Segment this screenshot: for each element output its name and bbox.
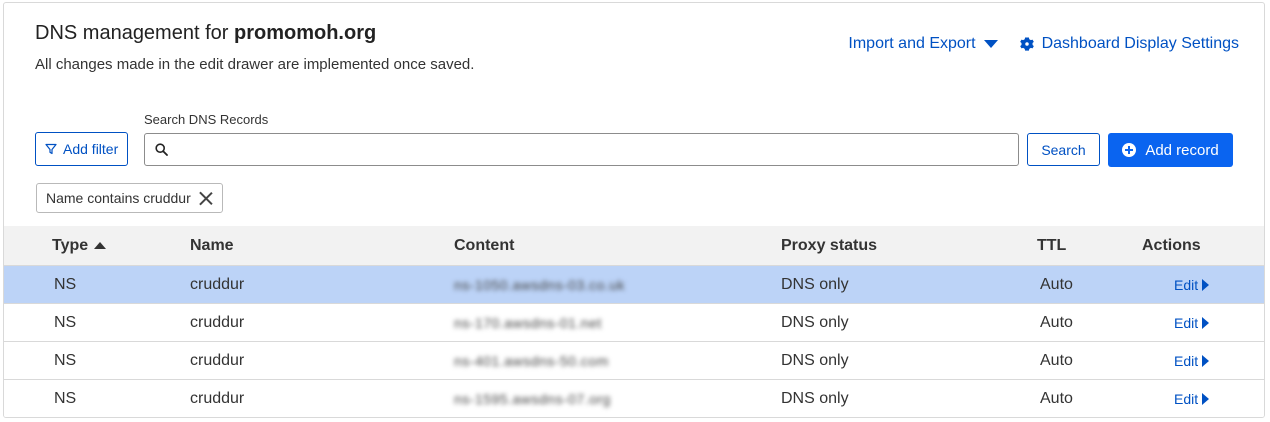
- gear-icon: [1019, 37, 1034, 51]
- edit-label: Edit: [1174, 314, 1199, 331]
- record-content-value: ns-170.awsdns-01.net: [454, 314, 602, 331]
- record-ttl: Auto: [1040, 313, 1073, 331]
- record-content: ns-170.awsdns-01.net: [454, 304, 781, 341]
- edit-record-link[interactable]: Edit: [1174, 390, 1210, 407]
- record-type: NS: [54, 313, 77, 331]
- table-row[interactable]: NS cruddur ns-170.awsdns-01.net DNS only…: [4, 304, 1264, 342]
- sort-ascending-icon: [94, 242, 107, 249]
- table-row[interactable]: NS cruddur ns-1050.awsdns-03.co.uk DNS o…: [4, 266, 1264, 304]
- dashboard-display-settings-button[interactable]: Dashboard Display Settings: [1019, 35, 1239, 53]
- record-ttl: Auto: [1040, 275, 1073, 293]
- edit-label: Edit: [1174, 276, 1199, 293]
- record-proxy-status: DNS only: [781, 389, 849, 407]
- search-icon: [155, 143, 168, 156]
- page-title-prefix: DNS management for: [35, 22, 229, 44]
- search-dns-records-field: [144, 133, 1019, 166]
- add-filter-label: Add filter: [63, 141, 119, 157]
- caret-right-icon: [1202, 354, 1210, 367]
- add-record-button[interactable]: Add record: [1108, 133, 1233, 167]
- edit-label: Edit: [1174, 390, 1199, 407]
- caret-down-icon: [983, 40, 998, 48]
- record-content: ns-1050.awsdns-03.co.uk: [454, 266, 781, 303]
- top-actions: Import and Export Dashboard Display Sett…: [848, 35, 1239, 53]
- zone-name: promomoh.org: [233, 22, 377, 44]
- record-actions: Edit: [1142, 266, 1262, 303]
- record-actions: Edit: [1142, 304, 1262, 341]
- table-row[interactable]: NS cruddur ns-1595.awsdns-07.org DNS onl…: [4, 380, 1264, 417]
- column-header-ttl: TTL: [1037, 236, 1067, 254]
- dns-management-card: DNS management for promomoh.org All chan…: [3, 2, 1265, 418]
- record-proxy-status: DNS only: [781, 275, 849, 293]
- record-actions: Edit: [1142, 380, 1262, 417]
- record-name: cruddur: [190, 313, 245, 331]
- record-name: cruddur: [190, 389, 245, 407]
- edit-record-link[interactable]: Edit: [1174, 314, 1210, 331]
- add-filter-button[interactable]: Add filter: [35, 132, 129, 166]
- add-record-label: Add record: [1145, 141, 1219, 159]
- record-content: ns-401.awsdns-50.com: [454, 342, 781, 379]
- dashboard-display-settings-label: Dashboard Display Settings: [1041, 35, 1239, 52]
- column-header-actions: Actions: [1142, 236, 1201, 254]
- column-header-content: Content: [454, 236, 515, 254]
- record-proxy-status: DNS only: [781, 351, 849, 369]
- record-actions: Edit: [1142, 342, 1262, 379]
- search-button[interactable]: Search: [1027, 133, 1100, 166]
- page-subtitle: All changes made in the edit drawer are …: [35, 56, 475, 73]
- record-content-value: ns-401.awsdns-50.com: [454, 352, 609, 369]
- caret-right-icon: [1202, 278, 1210, 291]
- record-ttl: Auto: [1040, 351, 1073, 369]
- record-proxy-status: DNS only: [781, 313, 849, 331]
- import-export-label: Import and Export: [848, 35, 976, 52]
- column-header-proxy-status: Proxy status: [781, 236, 878, 254]
- dns-records-table: Type Name Content Proxy status TTL Actio…: [4, 226, 1264, 417]
- search-input[interactable]: [168, 134, 1018, 165]
- column-header-name: Name: [190, 236, 234, 254]
- edit-record-link[interactable]: Edit: [1174, 276, 1210, 293]
- record-type: NS: [54, 389, 77, 407]
- column-header-type[interactable]: Type: [4, 226, 190, 265]
- filter-chip: Name contains cruddur: [36, 183, 223, 213]
- caret-right-icon: [1202, 316, 1210, 329]
- filter-chip-label: Name contains cruddur: [46, 190, 191, 206]
- record-type: NS: [54, 275, 77, 293]
- caret-right-icon: [1202, 392, 1210, 405]
- import-export-button[interactable]: Import and Export: [848, 35, 998, 53]
- column-header-type-label: Type: [52, 236, 89, 254]
- record-content-value: ns-1595.awsdns-07.org: [454, 390, 611, 407]
- record-type: NS: [54, 351, 77, 369]
- remove-filter-icon[interactable]: [199, 191, 213, 205]
- record-content: ns-1595.awsdns-07.org: [454, 380, 781, 417]
- edit-record-link[interactable]: Edit: [1174, 352, 1210, 369]
- table-header-row: Type Name Content Proxy status TTL Actio…: [4, 226, 1264, 266]
- page-title: DNS management for promomoh.org: [35, 22, 376, 45]
- record-name: cruddur: [190, 351, 245, 369]
- record-name: cruddur: [190, 275, 245, 293]
- search-label: Search DNS Records: [144, 112, 269, 127]
- plus-circle-icon: [1122, 143, 1137, 157]
- table-row[interactable]: NS cruddur ns-401.awsdns-50.com DNS only…: [4, 342, 1264, 380]
- record-ttl: Auto: [1040, 389, 1073, 407]
- record-content-value: ns-1050.awsdns-03.co.uk: [454, 276, 626, 293]
- filter-icon: [45, 143, 57, 155]
- edit-label: Edit: [1174, 352, 1199, 369]
